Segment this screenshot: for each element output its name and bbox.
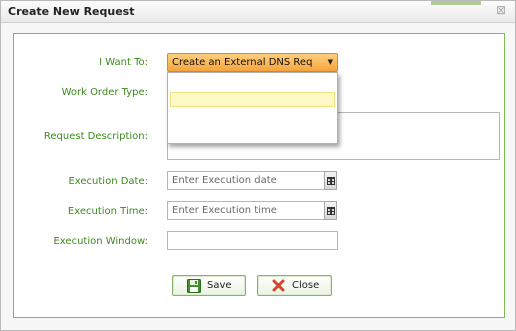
work-order-type-label: Work Order Type:	[61, 87, 148, 98]
execution-date-label: Execution Date:	[68, 176, 148, 187]
execution-window-input[interactable]	[167, 231, 338, 250]
request-description-label: Request Description:	[43, 131, 148, 142]
i-want-to-label: I Want To:	[99, 57, 148, 68]
close-button-label: Close	[292, 280, 320, 291]
create-request-dialog: Create New Request ⊠ I Want To: Create a…	[0, 0, 516, 331]
save-button-label: Save	[207, 280, 232, 291]
calendar-icon	[327, 207, 335, 215]
titlebar-accent	[431, 1, 481, 5]
execution-time-input[interactable]	[167, 201, 325, 220]
save-button[interactable]: Save	[172, 275, 246, 296]
red-x-icon	[272, 279, 285, 292]
calendar-icon	[327, 177, 335, 185]
execution-time-label: Execution Time:	[67, 206, 148, 217]
execution-date-calendar-button[interactable]	[324, 171, 337, 190]
i-want-to-select[interactable]: Create an External DNS Req ▼	[167, 53, 338, 72]
execution-time-picker-button[interactable]	[324, 201, 337, 220]
close-icon[interactable]: ⊠	[495, 4, 507, 16]
form-panel: I Want To: Create an External DNS Req ▼ …	[13, 33, 505, 318]
execution-window-label: Execution Window:	[53, 236, 148, 247]
dropdown-option[interactable]	[170, 92, 335, 107]
i-want-to-dropdown	[167, 72, 338, 144]
close-button[interactable]: Close	[257, 275, 332, 296]
dialog-titlebar: Create New Request ⊠	[1, 1, 515, 23]
i-want-to-value: Create an External DNS Req	[172, 57, 313, 68]
execution-date-input[interactable]	[167, 171, 325, 190]
floppy-disk-icon	[187, 279, 201, 293]
chevron-down-icon: ▼	[327, 58, 333, 66]
dialog-title: Create New Request	[8, 5, 135, 18]
